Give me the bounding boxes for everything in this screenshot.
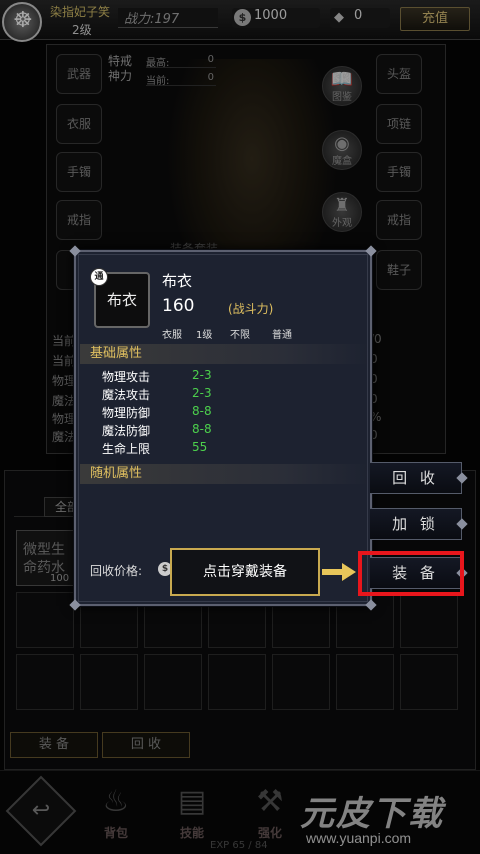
attr-name: 物理防御 [102, 406, 151, 420]
item-power-label: (战斗力) [228, 302, 274, 316]
recycle-button[interactable]: 回 收 [370, 462, 462, 494]
item-level: 1级 [196, 330, 213, 341]
attr-name: 生命上限 [102, 442, 151, 456]
lock-button[interactable]: 加 锁 [370, 508, 462, 540]
attr-name: 魔法攻击 [102, 388, 151, 402]
attr-value: 2-3 [192, 386, 212, 400]
recycle-price-label: 回收价格: [90, 564, 143, 578]
tutorial-tip: 点击穿戴装备 [170, 548, 320, 596]
attr-value: 8-8 [192, 422, 212, 436]
attr-value: 55 [192, 440, 208, 454]
tip-arrow-head [342, 563, 356, 581]
item-quality: 普通 [272, 330, 292, 341]
item-type: 衣服 [162, 330, 182, 341]
attr-value: 2-3 [192, 368, 212, 382]
player-avatar[interactable] [2, 2, 42, 42]
item-name: 布衣 [162, 272, 193, 290]
random-attrs-header: 随机属性 [80, 464, 370, 484]
item-grade-badge: 通 [90, 268, 108, 286]
tip-arrow-icon [322, 569, 344, 575]
equip-highlight [358, 551, 464, 596]
attr-value: 8-8 [192, 404, 212, 418]
item-power: 160 [162, 296, 195, 316]
attr-name: 物理攻击 [102, 370, 151, 384]
item-job: 不限 [230, 330, 250, 341]
base-attrs-header: 基础属性 [80, 344, 370, 364]
attr-name: 魔法防御 [102, 424, 151, 438]
